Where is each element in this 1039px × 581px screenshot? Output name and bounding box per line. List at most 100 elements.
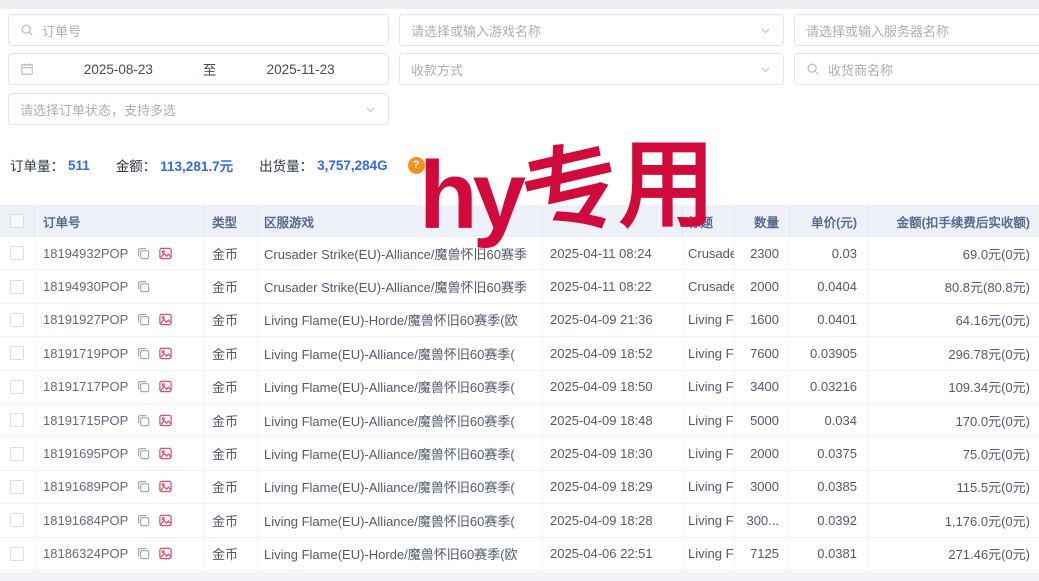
order-id: 18186324POP [43, 546, 128, 561]
unit-price: 0.0385 [790, 471, 868, 503]
copy-icon[interactable] [136, 513, 151, 528]
order-title: Crusade [683, 270, 735, 302]
row-checkbox[interactable] [10, 280, 24, 294]
image-icon[interactable] [158, 413, 173, 428]
row-order-id-cell: 18191927POP [35, 304, 205, 336]
row-checkbox-cell [0, 404, 35, 436]
image-icon[interactable] [158, 346, 173, 361]
table-row[interactable]: 18191719POP 金币 Living Flame(EU)-Alliance… [0, 337, 1039, 370]
image-icon[interactable] [158, 312, 173, 327]
row-checkbox[interactable] [10, 480, 24, 494]
payment-method-select[interactable]: 收款方式 [399, 53, 784, 85]
select-all-checkbox[interactable] [10, 214, 24, 228]
row-checkbox[interactable] [10, 246, 24, 260]
order-time: 2025-04-09 18:48 [543, 404, 683, 436]
table-row[interactable]: 18186324POP 金币 Living Flame(EU)-Horde/魔兽… [0, 538, 1039, 571]
header-select-all-cell [0, 205, 35, 237]
table-row[interactable]: 18191715POP 金币 Living Flame(EU)-Alliance… [0, 404, 1039, 437]
amount: 80.8元(80.8元) [868, 270, 1039, 302]
amount: 170.0元(0元) [868, 404, 1039, 436]
copy-icon[interactable] [136, 379, 151, 394]
help-icon[interactable]: ? [408, 157, 425, 174]
order-type: 金币 [205, 270, 258, 302]
amount: 109.34元(0元) [868, 371, 1039, 403]
row-order-id-cell: 18191684POP [35, 504, 205, 536]
order-number-placeholder: 订单号 [42, 21, 81, 40]
table-row[interactable]: 18191695POP 金币 Living Flame(EU)-Alliance… [0, 437, 1039, 470]
search-icon [806, 62, 820, 76]
game-server: Living Flame(EU)-Alliance/魔兽怀旧60赛季( [258, 471, 543, 503]
vendor-input-placeholder: 收货商名称 [828, 60, 893, 79]
table-row[interactable]: 18194932POP 金币 Crusader Strike(EU)-Allia… [0, 237, 1039, 270]
table-row[interactable]: 18191689POP 金币 Living Flame(EU)-Alliance… [0, 471, 1039, 504]
order-time: 2025-04-09 18:30 [543, 437, 683, 469]
unit-price: 0.0392 [790, 504, 868, 536]
table-row[interactable]: 18191717POP 金币 Living Flame(EU)-Alliance… [0, 371, 1039, 404]
quantity: 2300 [735, 237, 790, 269]
order-id: 18194932POP [43, 246, 128, 261]
image-icon[interactable] [158, 546, 173, 561]
amount: 271.46元(0元) [868, 538, 1039, 570]
game-select[interactable]: 请选择或输入游戏名称 [399, 14, 784, 46]
header-game-server: 区服游戏 [258, 205, 543, 237]
vendor-name-input[interactable]: 收货商名称 [794, 53, 1039, 85]
top-strip [0, 0, 1039, 9]
order-time: 2025-04-09 18:50 [543, 371, 683, 403]
order-id: 18191684POP [43, 513, 128, 528]
order-title: Living Fl [683, 471, 735, 503]
row-checkbox-cell [0, 270, 35, 302]
amount-value: 113,281.7元 [160, 155, 233, 175]
copy-icon[interactable] [136, 413, 151, 428]
order-time: 2025-04-09 18:28 [543, 504, 683, 536]
row-checkbox[interactable] [10, 547, 24, 561]
date-range-picker[interactable]: 2025-08-23 至 2025-11-23 [8, 53, 389, 85]
server-input[interactable]: 请选择或输入服务器名称 [794, 14, 1039, 46]
row-checkbox[interactable] [10, 413, 24, 427]
summary-stats: 订单量： 511 金额： 113,281.7元 出货量： 3,757,284G … [10, 155, 425, 175]
quantity: 3400 [735, 371, 790, 403]
row-checkbox[interactable] [10, 513, 24, 527]
order-id: 18194930POP [43, 279, 128, 294]
order-status-select[interactable]: 请选择订单状态，支持多选 [8, 93, 389, 125]
status-select-placeholder: 请选择订单状态，支持多选 [20, 100, 176, 119]
server-input-placeholder: 请选择或输入服务器名称 [806, 21, 949, 40]
order-count-value: 511 [68, 158, 90, 173]
copy-icon[interactable] [136, 279, 151, 294]
copy-icon[interactable] [136, 446, 151, 461]
order-time: 2025-04-11 08:22 [543, 270, 683, 302]
row-checkbox[interactable] [10, 346, 24, 360]
table-row[interactable]: 18191684POP 金币 Living Flame(EU)-Alliance… [0, 504, 1039, 537]
image-icon[interactable] [158, 246, 173, 261]
table-row[interactable]: 18191927POP 金币 Living Flame(EU)-Horde/魔兽… [0, 304, 1039, 337]
image-icon[interactable] [158, 379, 173, 394]
quantity: 7600 [735, 337, 790, 369]
order-number-input[interactable]: 订单号 [8, 14, 389, 46]
copy-icon[interactable] [136, 246, 151, 261]
row-checkbox[interactable] [10, 380, 24, 394]
copy-icon[interactable] [136, 479, 151, 494]
date-end-value[interactable]: 2025-11-23 [224, 62, 377, 77]
game-server: Living Flame(EU)-Alliance/魔兽怀旧60赛季( [258, 337, 543, 369]
unit-price: 0.03905 [790, 337, 868, 369]
row-checkbox[interactable] [10, 447, 24, 461]
date-start-value[interactable]: 2025-08-23 [42, 62, 195, 77]
row-order-id-cell: 18194932POP [35, 237, 205, 269]
bottom-strip [0, 572, 1039, 581]
image-icon[interactable] [158, 513, 173, 528]
order-title: Living Fl [683, 504, 735, 536]
quantity: 7125 [735, 538, 790, 570]
image-icon[interactable] [158, 479, 173, 494]
order-type: 金币 [205, 237, 258, 269]
row-order-id-cell: 18186324POP [35, 538, 205, 570]
copy-icon[interactable] [136, 312, 151, 327]
order-title: Living Fl [683, 404, 735, 436]
row-checkbox[interactable] [10, 313, 24, 327]
image-icon[interactable] [158, 446, 173, 461]
copy-icon[interactable] [136, 546, 151, 561]
copy-icon[interactable] [136, 346, 151, 361]
quantity: 3000 [735, 471, 790, 503]
table-row[interactable]: 18194930POP 金币 Crusader Strike(EU)-Allia… [0, 270, 1039, 303]
order-time: 2025-04-11 08:24 [543, 237, 683, 269]
row-checkbox-cell [0, 504, 35, 536]
amount: 64.16元(0元) [868, 304, 1039, 336]
